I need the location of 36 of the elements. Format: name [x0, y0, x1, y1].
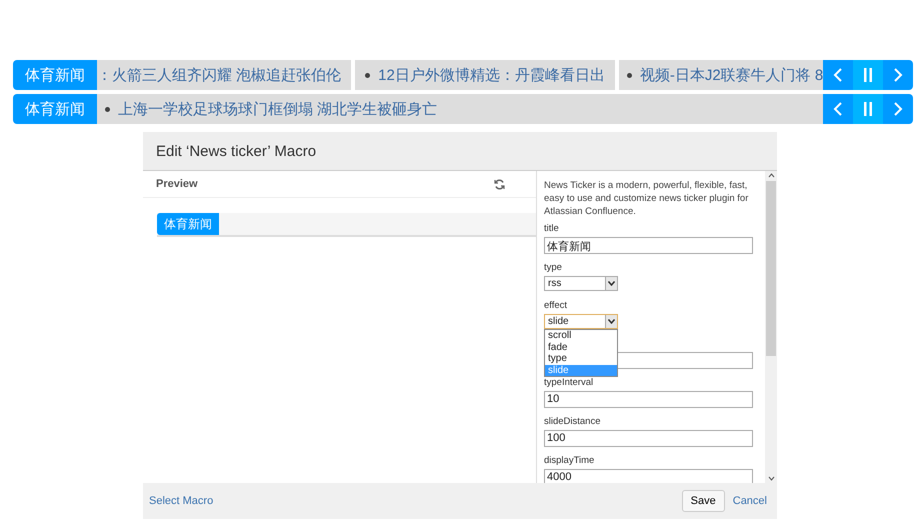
previous-button[interactable] — [823, 94, 853, 124]
input-field[interactable]: 100 — [544, 430, 753, 447]
select-macro-link[interactable]: Select Macro — [149, 495, 214, 507]
caret-icon — [608, 281, 615, 286]
chevron-right-icon[interactable] — [893, 67, 903, 83]
ticker-title: 体育新闻 — [13, 94, 97, 124]
field-label: title — [544, 223, 560, 236]
field-label: slideDistance — [544, 416, 602, 429]
next-button[interactable] — [883, 60, 913, 90]
save-button[interactable]: Save — [682, 490, 725, 512]
ticker-title: 体育新闻 — [157, 213, 219, 235]
chevron-left-icon[interactable] — [833, 67, 843, 83]
input-field[interactable]: 10 — [544, 391, 753, 408]
field-label: effect — [544, 300, 568, 313]
previous-button[interactable] — [823, 60, 853, 90]
chevron-left-icon[interactable] — [833, 101, 843, 117]
pause-button[interactable] — [853, 94, 883, 124]
caret-icon — [608, 319, 615, 324]
pause-icon — [863, 68, 873, 82]
select-field[interactable]: rss — [544, 276, 618, 291]
ticker-title: 体育新闻 — [13, 60, 97, 90]
refresh-icon[interactable] — [494, 178, 505, 190]
preview-heading: Preview — [156, 178, 198, 190]
scrollbar[interactable] — [765, 171, 777, 483]
field-label: type — [544, 262, 563, 275]
plugin-description: News Ticker is a modern, powerful, flexible, fast, easy to use and customize news ticker plugin for Atlassian Confluence. — [544, 179, 750, 218]
input-field[interactable]: 体育新闻 — [544, 237, 753, 254]
chevron-right-icon[interactable] — [893, 101, 903, 117]
field-label: typeInterval — [544, 377, 594, 390]
pause-button[interactable] — [853, 60, 883, 90]
dialog-title: Edit ‘News ticker’ Macro — [156, 142, 316, 160]
field-label: displayTime — [544, 455, 596, 468]
pause-icon — [863, 102, 873, 116]
next-button[interactable] — [883, 94, 913, 124]
select-field[interactable]: slide — [544, 314, 618, 329]
cancel-link[interactable]: Cancel — [732, 495, 767, 507]
